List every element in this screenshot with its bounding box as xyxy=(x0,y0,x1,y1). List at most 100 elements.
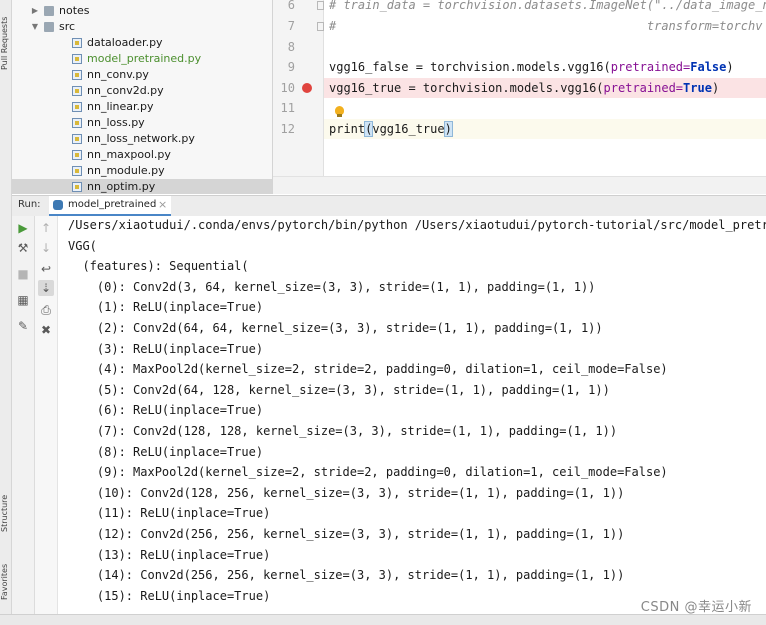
console-toolbar: ↑ ↓ ↩ ⇣ ⎙ ✖ xyxy=(35,216,58,624)
editor-horizontal-scrollbar[interactable] xyxy=(273,176,766,194)
scroll-down-icon[interactable]: ↓ xyxy=(38,240,54,256)
tree-file[interactable]: nn_conv.py xyxy=(12,67,272,83)
tree-item-label: dataloader.py xyxy=(87,36,163,49)
python-file-icon xyxy=(72,166,82,176)
bool-literal: True xyxy=(683,81,712,95)
code-text: vgg16_false = torchvision.models.vgg16( xyxy=(329,60,611,74)
tree-file[interactable]: model_pretrained.py xyxy=(12,51,272,67)
tree-file[interactable]: dataloader.py xyxy=(12,35,272,51)
tree-item-label: model_pretrained.py xyxy=(87,52,202,65)
code-text: print xyxy=(329,122,366,136)
left-tool-strip: Pull Requests Structure Favorites xyxy=(0,0,12,624)
code-text: vgg16_true xyxy=(372,122,445,136)
pull-requests-tab[interactable]: Pull Requests xyxy=(0,2,11,70)
scroll-up-icon[interactable]: ↑ xyxy=(38,220,54,236)
paren-match: ) xyxy=(443,121,453,137)
pin-icon[interactable]: ✎ xyxy=(15,318,31,334)
tree-folder[interactable]: ▶ notes xyxy=(12,3,272,19)
bool-literal: False xyxy=(690,60,727,74)
console-line: (14): Conv2d(256, 256, kernel_size=(3, 3… xyxy=(68,568,625,583)
rerun-icon[interactable]: ▶ xyxy=(15,220,31,236)
tree-file[interactable]: nn_loss.py xyxy=(12,115,272,131)
code-line-12: print(vgg16_true) xyxy=(329,121,453,137)
python-icon xyxy=(53,200,63,210)
line-number: 10 xyxy=(280,81,295,95)
console-line: (features): Sequential( xyxy=(68,259,249,274)
code-text: vgg16_true = torchvision.models.vgg16( xyxy=(329,81,604,95)
print-icon[interactable]: ⎙ xyxy=(38,302,54,318)
fold-marker-icon[interactable] xyxy=(317,22,324,31)
run-label: Run: xyxy=(18,199,41,210)
tree-file[interactable]: nn_conv2d.py xyxy=(12,83,272,99)
run-tab[interactable]: model_pretrained × xyxy=(49,196,171,216)
chevron-right-icon[interactable]: ▶ xyxy=(30,3,40,19)
code-line-10: vgg16_true = torchvision.models.vgg16(pr… xyxy=(329,81,719,95)
tree-item-label: nn_module.py xyxy=(87,164,165,177)
tree-item-label: nn_conv.py xyxy=(87,68,149,81)
console-line: (8): ReLU(inplace=True) xyxy=(68,444,264,459)
console-line: (5): Conv2d(64, 128, kernel_size=(3, 3),… xyxy=(68,382,610,397)
project-tree-panel: ▶ notes ▼ src dataloader.py model_pretrained.… xyxy=(12,0,273,194)
paren: ) xyxy=(711,81,720,95)
structure-tab[interactable]: Structure xyxy=(0,486,11,532)
tree-item-label: nn_linear.py xyxy=(87,100,154,113)
tree-file[interactable]: nn_module.py xyxy=(12,163,272,179)
line-number: 6 xyxy=(287,0,295,12)
folder-icon xyxy=(44,6,54,16)
close-tab-icon[interactable]: × xyxy=(158,198,167,211)
line-number: 7 xyxy=(287,19,295,33)
soft-wrap-icon[interactable]: ↩ xyxy=(38,261,54,277)
line-number: 9 xyxy=(287,60,295,74)
code-line-7: # transform=torchv xyxy=(329,19,763,33)
trash-icon[interactable]: ✖ xyxy=(38,322,54,338)
folder-icon xyxy=(44,22,54,32)
keyword-arg: pretrained= xyxy=(610,60,691,74)
run-tool-window-header: Run: model_pretrained × xyxy=(12,195,766,217)
scroll-to-end-icon[interactable]: ⇣ xyxy=(38,280,54,296)
python-file-icon xyxy=(72,86,82,96)
breakpoint-icon[interactable] xyxy=(302,83,312,93)
fold-marker-icon[interactable] xyxy=(317,1,324,10)
tree-file[interactable]: nn_optim.py xyxy=(12,179,272,194)
python-file-icon xyxy=(72,150,82,160)
tree-item-label: nn_maxpool.py xyxy=(87,148,171,161)
console-line: (7): Conv2d(128, 128, kernel_size=(3, 3)… xyxy=(68,424,618,438)
code-line-9: vgg16_false = torchvision.models.vgg16(p… xyxy=(329,60,734,74)
console-line: (10): Conv2d(128, 256, kernel_size=(3, 3… xyxy=(68,485,625,500)
tree-file[interactable]: nn_linear.py xyxy=(12,99,272,115)
python-file-icon xyxy=(72,102,82,112)
wrench-icon[interactable]: ⚒ xyxy=(15,240,31,256)
watermark: CSDN @幸运小新 xyxy=(640,600,752,615)
console-line: /Users/xiaotudui/.conda/envs/pytorch/bin… xyxy=(68,218,766,232)
chevron-down-icon[interactable]: ▼ xyxy=(30,19,40,35)
console-line: VGG( xyxy=(68,238,97,253)
python-file-icon xyxy=(72,38,82,48)
bottom-tool-strip xyxy=(0,614,766,625)
console-line: (2): Conv2d(64, 64, kernel_size=(3, 3), … xyxy=(68,321,603,335)
python-file-icon xyxy=(72,118,82,128)
paren: ) xyxy=(726,60,734,74)
favorites-tab[interactable]: Favorites xyxy=(0,554,11,600)
lightbulb-base xyxy=(337,114,342,117)
console-output[interactable]: /Users/xiaotudui/.conda/envs/pytorch/bin… xyxy=(58,216,766,624)
tree-file[interactable]: nn_loss_network.py xyxy=(12,131,272,147)
code-editor[interactable]: 6 7 8 9 10 11 12 # train_data = torchvis… xyxy=(273,0,766,194)
line-number: 12 xyxy=(280,122,295,136)
python-file-icon xyxy=(72,134,82,144)
tree-item-label: notes xyxy=(59,4,90,17)
layout-icon[interactable]: ▦ xyxy=(15,292,31,308)
code-line-6: # train_data = torchvision.datasets.Imag… xyxy=(329,0,766,12)
run-tab-label: model_pretrained xyxy=(68,199,157,210)
console-line: (9): MaxPool2d(kernel_size=2, stride=2, … xyxy=(68,465,668,480)
python-file-icon xyxy=(72,54,82,64)
console-line: (1): ReLU(inplace=True) xyxy=(68,300,264,315)
tree-item-label: nn_loss.py xyxy=(87,116,145,129)
stop-icon[interactable]: ■ xyxy=(15,266,31,282)
tree-item-label: nn_conv2d.py xyxy=(87,84,164,97)
python-file-icon xyxy=(72,182,82,192)
console-line: (3): ReLU(inplace=True) xyxy=(68,341,264,356)
console-line: (13): ReLU(inplace=True) xyxy=(68,547,271,562)
tree-file[interactable]: nn_maxpool.py xyxy=(12,147,272,163)
tree-folder[interactable]: ▼ src xyxy=(12,19,272,35)
console-line: (11): ReLU(inplace=True) xyxy=(68,506,271,521)
